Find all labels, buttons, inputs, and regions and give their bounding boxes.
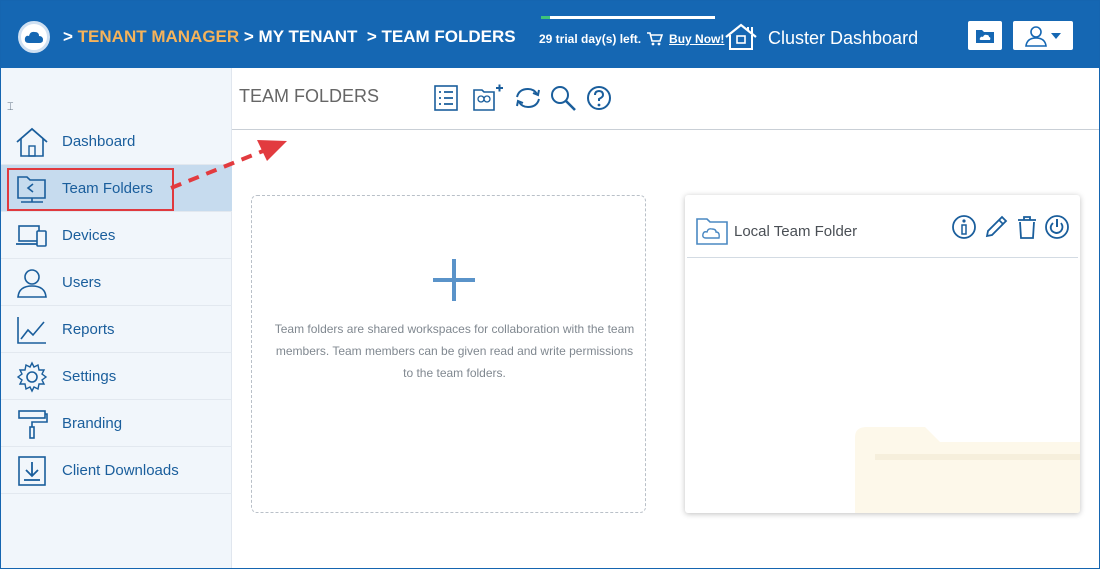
sidebar-item-client-downloads[interactable]: Client Downloads (1, 447, 232, 494)
sidebar-item-reports[interactable]: Reports (1, 306, 232, 353)
refresh-icon[interactable] (513, 84, 543, 112)
team-folder-description: Team folders are shared workspaces for c… (274, 322, 635, 380)
gear-icon (16, 361, 48, 393)
help-icon[interactable] (585, 84, 613, 112)
download-icon (18, 456, 46, 486)
trial-progress-bar (541, 16, 715, 19)
cluster-dashboard-link[interactable]: Cluster Dashboard (768, 28, 918, 49)
cloud-folder-icon (976, 29, 994, 43)
trial-status: 29 trial day(s) left. Buy Now! (539, 32, 724, 46)
sidebar-item-branding[interactable]: Branding (1, 400, 232, 447)
team-folder-name: Local Team Folder (734, 223, 858, 240)
team-folder-card-header: Local Team Folder (687, 195, 1078, 258)
breadcrumb-separator: > (63, 27, 73, 46)
info-icon[interactable] (951, 214, 977, 240)
power-icon[interactable] (1044, 214, 1070, 240)
breadcrumb: > TENANT MANAGER > MY TENANT > TEAM FOLD… (63, 27, 516, 47)
sidebar-item-label: Users (62, 274, 102, 291)
folder-watermark-icon (855, 427, 1080, 513)
team-folder-card[interactable]: Local Team Folder (685, 195, 1080, 513)
breadcrumb-tenant-manager[interactable]: TENANT MANAGER (78, 27, 240, 46)
delete-icon[interactable] (1014, 214, 1040, 240)
page-title: TEAM FOLDERS (239, 86, 380, 106)
user-menu-button[interactable] (1013, 21, 1073, 50)
app-window: > TENANT MANAGER > MY TENANT > TEAM FOLD… (0, 0, 1100, 569)
add-team-folder-card[interactable]: Team folders are shared workspaces for c… (251, 195, 646, 513)
user-icon (1025, 25, 1047, 47)
sidebar-item-label: Reports (62, 321, 115, 338)
top-bar: > TENANT MANAGER > MY TENANT > TEAM FOLD… (1, 1, 1099, 68)
paint-roller-icon (18, 410, 48, 439)
search-icon[interactable] (549, 84, 577, 112)
cart-icon (647, 32, 664, 46)
sidebar-item-label: Client Downloads (62, 462, 179, 479)
sidebar-item-dashboard[interactable]: Dashboard (1, 118, 232, 165)
sidebar-item-label: Settings (62, 368, 117, 385)
list-view-icon[interactable] (432, 84, 460, 112)
buy-now-link[interactable]: Buy Now! (669, 32, 724, 46)
chart-icon (17, 317, 46, 344)
cluster-dashboard-icon[interactable] (724, 23, 758, 51)
sidebar-item-label: Branding (62, 415, 123, 432)
edit-icon[interactable] (983, 214, 1009, 240)
app-logo[interactable] (18, 21, 50, 53)
plus-icon (433, 259, 475, 301)
sidebar-item-label: Dashboard (62, 133, 136, 150)
breadcrumb-team-folders: > TEAM FOLDERS (366, 27, 516, 46)
devices-icon (16, 225, 47, 247)
add-team-folder-icon[interactable] (472, 84, 504, 112)
sidebar-item-devices[interactable]: Devices (1, 212, 232, 259)
annotation-highlight-box (7, 168, 174, 211)
trial-text: 29 trial day(s) left. (539, 32, 642, 46)
home-icon (16, 127, 48, 157)
toolbar: TEAM FOLDERS (232, 68, 1099, 130)
sidebar-item-users[interactable]: Users (1, 259, 232, 306)
cloud-folder-icon (696, 218, 728, 245)
sidebar-item-settings[interactable]: Settings (1, 353, 232, 400)
folder-button[interactable] (968, 21, 1002, 50)
trial-progress-fill (541, 16, 550, 19)
user-icon (17, 269, 47, 298)
cloud-logo-icon (24, 31, 43, 43)
sidebar-collapse-toggle[interactable]: ⌶ (7, 101, 14, 114)
breadcrumb-my-tenant[interactable]: > MY TENANT (244, 27, 358, 46)
sidebar-item-label: Devices (62, 227, 116, 244)
chevron-down-icon (1051, 32, 1061, 39)
